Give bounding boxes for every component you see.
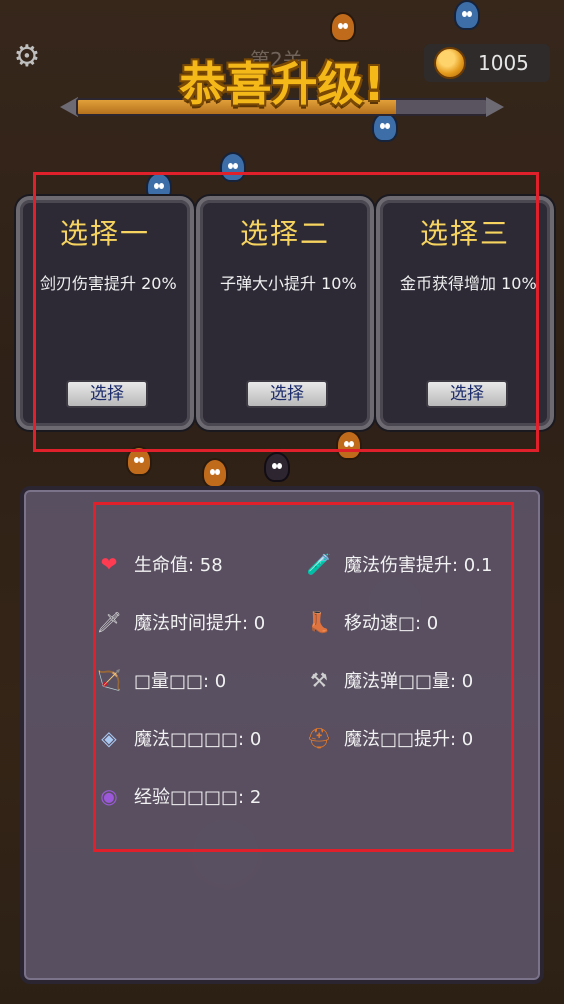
- choices-highlight-frame: [33, 172, 539, 452]
- enemy-sprite: [454, 0, 480, 30]
- enemy-sprite: [202, 458, 228, 488]
- enemy-sprite: [264, 452, 290, 482]
- stats-highlight-frame: [93, 502, 514, 852]
- level-up-title: 恭喜升级!: [179, 57, 385, 111]
- enemy-sprite: [330, 12, 356, 42]
